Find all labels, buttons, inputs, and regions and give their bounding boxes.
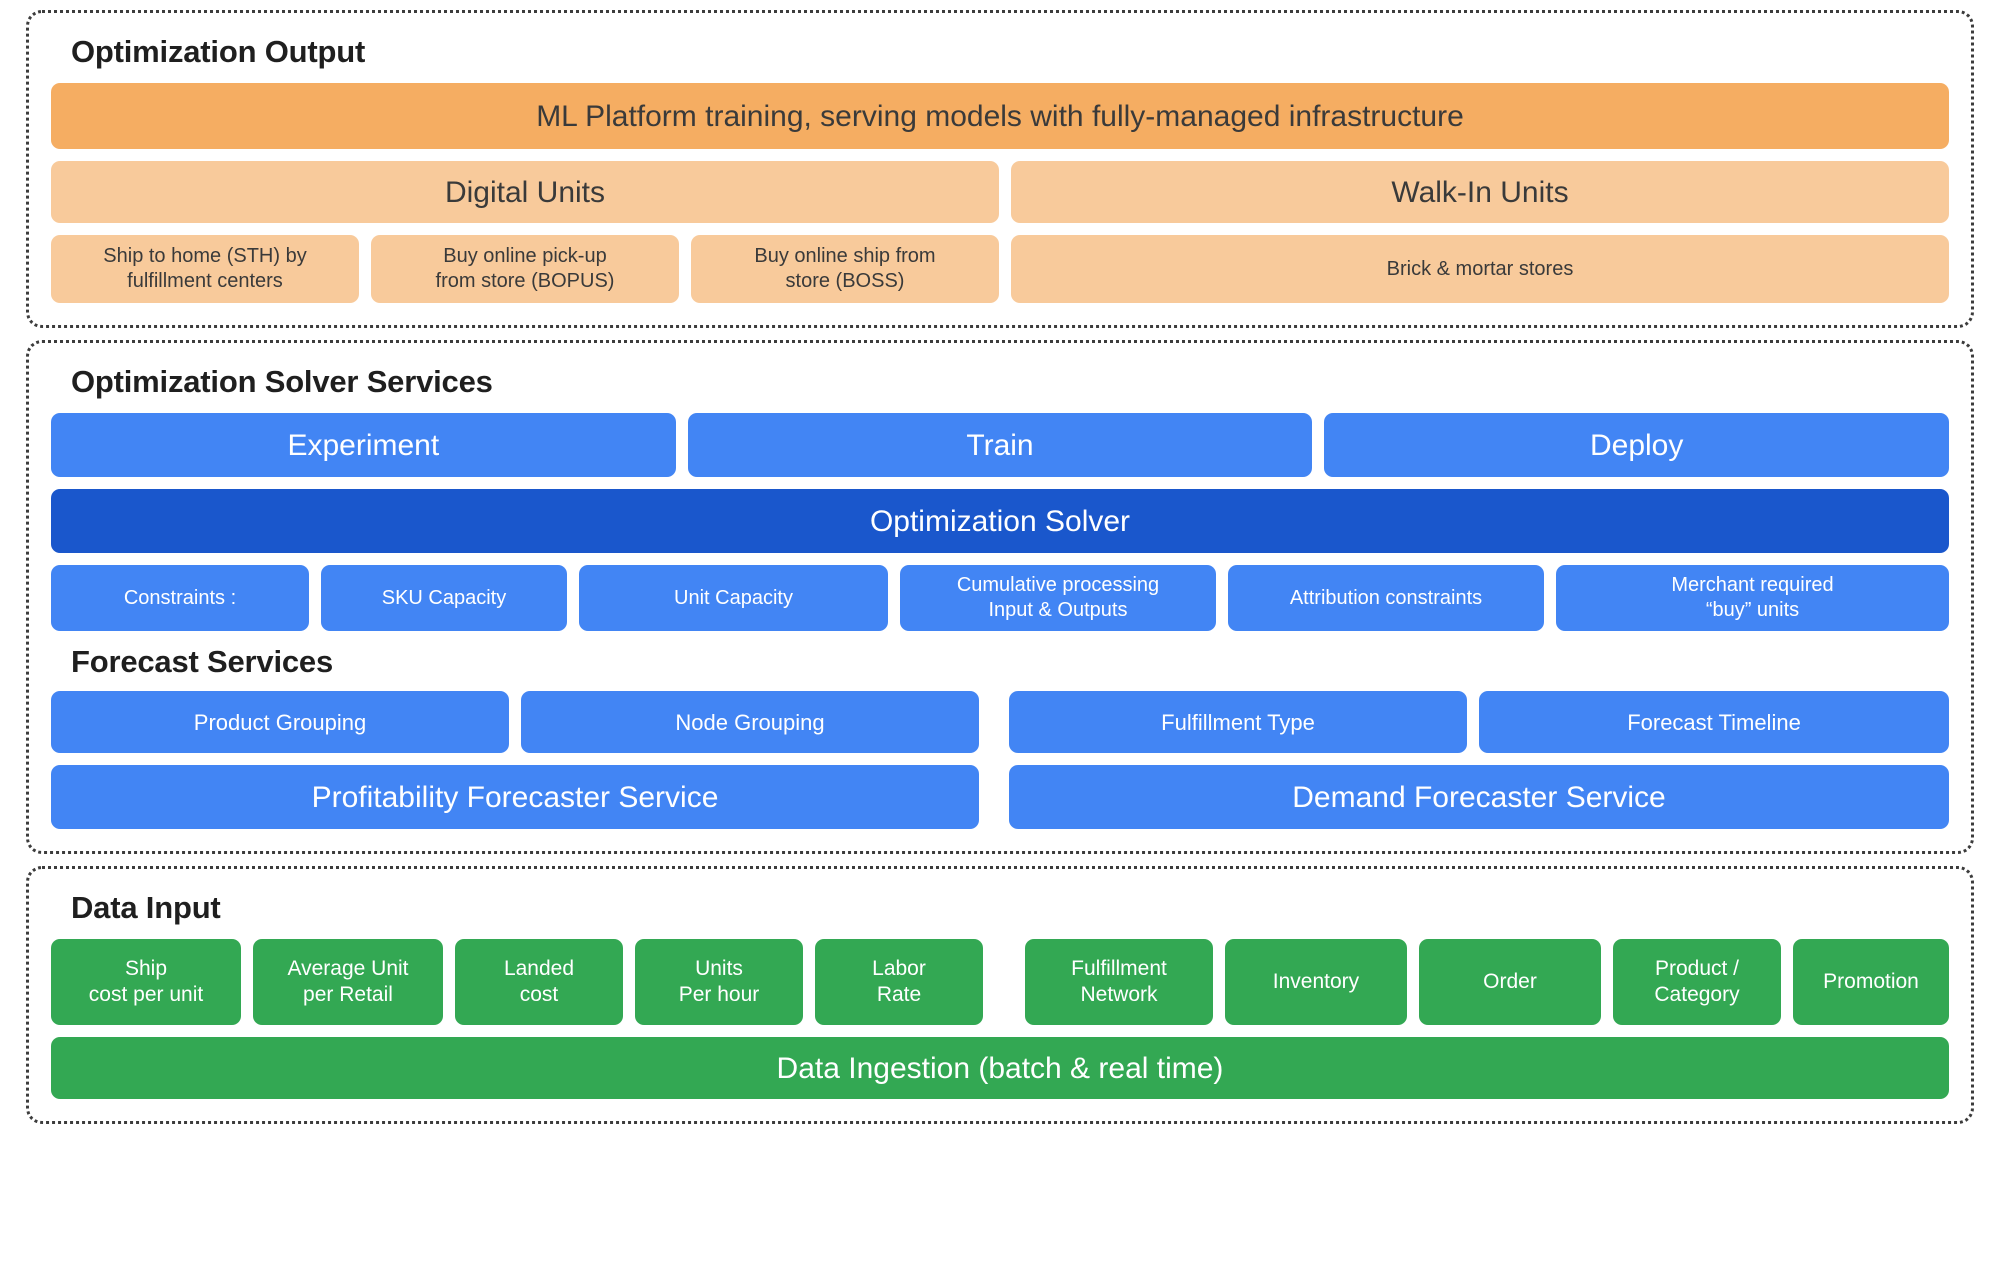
- data-sources-row: Ship cost per unit Average Unit per Reta…: [51, 939, 1949, 1026]
- forecast-node-grouping[interactable]: Node Grouping: [521, 691, 979, 754]
- constraints-row: Constraints : SKU Capacity Unit Capacity…: [51, 565, 1949, 632]
- constraint-merchant-required-buy-units[interactable]: Merchant required “buy” units: [1556, 565, 1949, 632]
- data-inventory[interactable]: Inventory: [1225, 939, 1407, 1026]
- data-order[interactable]: Order: [1419, 939, 1601, 1026]
- data-units-per-hour[interactable]: Units Per hour: [635, 939, 803, 1026]
- stage-experiment[interactable]: Experiment: [51, 413, 676, 478]
- data-ship-cost-per-unit[interactable]: Ship cost per unit: [51, 939, 241, 1026]
- data-fulfillment-network[interactable]: Fulfillment Network: [1025, 939, 1213, 1026]
- ml-platform-banner-row: ML Platform training, serving models wit…: [51, 83, 1949, 150]
- constraint-attribution[interactable]: Attribution constraints: [1228, 565, 1544, 632]
- stage-deploy[interactable]: Deploy: [1324, 413, 1950, 478]
- ml-platform-banner: ML Platform training, serving models wit…: [51, 83, 1949, 150]
- solver-bar-row: Optimization Solver: [51, 489, 1949, 554]
- stage-train[interactable]: Train: [687, 413, 1313, 478]
- demand-forecaster-service[interactable]: Demand Forecaster Service: [1009, 765, 1949, 830]
- data-average-unit-per-retail[interactable]: Average Unit per Retail: [253, 939, 443, 1026]
- data-ingestion-bar: Data Ingestion (batch & real time): [51, 1037, 1949, 1100]
- data-promotion[interactable]: Promotion: [1793, 939, 1949, 1026]
- constraint-label: Constraints :: [51, 565, 309, 632]
- data-ingestion-row: Data Ingestion (batch & real time): [51, 1037, 1949, 1100]
- section-optimization-output: Optimization Output ML Platform training…: [26, 10, 1974, 329]
- data-sources-right-group: Fulfillment Network Inventory Order Prod…: [1025, 939, 1949, 1026]
- forecaster-services-row: Profitability Forecaster Service Demand …: [51, 765, 1949, 830]
- data-landed-cost[interactable]: Landed cost: [455, 939, 623, 1026]
- subsection-title-forecast-services: Forecast Services: [71, 644, 333, 680]
- profitability-forecaster-service[interactable]: Profitability Forecaster Service: [51, 765, 979, 830]
- solver-stages-row: Experiment Train Deploy: [51, 413, 1950, 478]
- constraint-unit-capacity[interactable]: Unit Capacity: [579, 565, 888, 632]
- section-title-data-input: Data Input: [71, 890, 221, 926]
- mode-boss[interactable]: Buy online ship from store (BOSS): [691, 235, 999, 304]
- forecast-fulfillment-type[interactable]: Fulfillment Type: [1009, 691, 1467, 754]
- constraint-cumulative-processing[interactable]: Cumulative processing Input & Outputs: [900, 565, 1216, 632]
- data-sources-left-group: Ship cost per unit Average Unit per Reta…: [51, 939, 983, 1026]
- forecast-product-grouping[interactable]: Product Grouping: [51, 691, 509, 754]
- constraint-sku-capacity[interactable]: SKU Capacity: [321, 565, 567, 632]
- channel-row: Digital Units Walk-In Units: [51, 161, 1949, 224]
- channel-walk-in-units[interactable]: Walk-In Units: [1011, 161, 1949, 224]
- mode-bopus[interactable]: Buy online pick-up from store (BOPUS): [371, 235, 679, 304]
- mode-brick-and-mortar-stores[interactable]: Brick & mortar stores: [1011, 235, 1949, 304]
- optimization-solver-bar: Optimization Solver: [51, 489, 1949, 554]
- diagram-canvas: Optimization Output ML Platform training…: [0, 0, 2000, 1277]
- mode-ship-to-home[interactable]: Ship to home (STH) by fulfillment center…: [51, 235, 359, 304]
- section-title-optimization-solver-services: Optimization Solver Services: [71, 364, 493, 400]
- data-labor-rate[interactable]: Labor Rate: [815, 939, 983, 1026]
- data-product-category[interactable]: Product / Category: [1613, 939, 1781, 1026]
- channel-digital-units[interactable]: Digital Units: [51, 161, 999, 224]
- section-optimization-solver-services: Optimization Solver Services Experiment …: [26, 340, 1974, 855]
- section-data-input: Data Input Ship cost per unit Average Un…: [26, 866, 1974, 1125]
- forecast-grouping-row: Product Grouping Node Grouping Fulfillme…: [51, 691, 1949, 754]
- section-title-optimization-output: Optimization Output: [71, 34, 366, 69]
- fulfillment-modes-row: Ship to home (STH) by fulfillment center…: [51, 235, 1949, 304]
- forecast-timeline[interactable]: Forecast Timeline: [1479, 691, 1949, 754]
